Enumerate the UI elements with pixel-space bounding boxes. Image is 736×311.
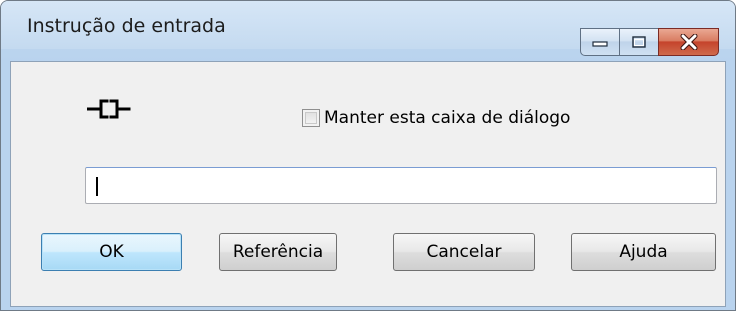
text-caret (96, 177, 98, 196)
close-button[interactable] (658, 28, 719, 56)
keep-dialog-option[interactable]: Manter esta caixa de diálogo (302, 108, 570, 128)
help-button[interactable]: Ajuda (571, 233, 716, 271)
cancel-button[interactable]: Cancelar (393, 233, 535, 271)
caption-buttons (580, 28, 719, 56)
window-title: Instrução de entrada (27, 15, 226, 37)
dialog-window: Instrução de entrada Manter esta caixa d… (0, 0, 736, 311)
maximize-icon (632, 36, 646, 48)
keep-dialog-label[interactable]: Manter esta caixa de diálogo (324, 108, 570, 128)
minimize-icon (592, 41, 608, 47)
dialog-body: Manter esta caixa de diálogo OK Referênc… (10, 61, 726, 307)
instruction-input[interactable] (85, 167, 717, 204)
maximize-button[interactable] (619, 28, 659, 56)
contact-instruction-icon (87, 99, 131, 119)
reference-button[interactable]: Referência (219, 233, 337, 271)
minimize-button[interactable] (580, 28, 620, 56)
ok-button[interactable]: OK (41, 233, 182, 271)
close-icon (680, 34, 697, 50)
keep-dialog-checkbox[interactable] (302, 109, 320, 127)
